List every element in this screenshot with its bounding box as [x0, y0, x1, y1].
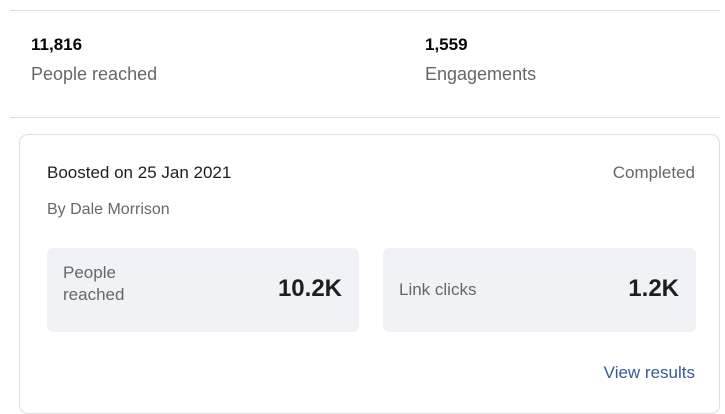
people-reached-label: People reached [31, 64, 158, 84]
people-reached-stat: 11,816 People reached [31, 34, 157, 86]
engagements-stat: 1,559 Engagements [425, 34, 536, 86]
engagements-label: Engagements [425, 64, 537, 84]
metric-link-clicks: Link clicks 1.2K [383, 248, 696, 332]
metric-people-reached-value: 10.2K [277, 275, 342, 302]
metric-link-clicks-value: 1.2K [628, 275, 679, 302]
view-results-link[interactable]: View results [604, 362, 695, 384]
boost-author: By Dale Morrison [47, 201, 170, 218]
metric-link-clicks-label: Link clicks [399, 280, 477, 299]
metric-people-reached: People reached 10.2K [47, 248, 359, 332]
section-divider [10, 117, 720, 118]
top-divider [10, 10, 720, 11]
people-reached-value: 11,816 [31, 35, 83, 54]
engagements-value: 1,559 [425, 35, 468, 54]
boost-status: Completed [612, 163, 695, 182]
boost-date: Boosted on 25 Jan 2021 [47, 163, 232, 182]
metric-people-reached-label: People reached [63, 263, 125, 304]
